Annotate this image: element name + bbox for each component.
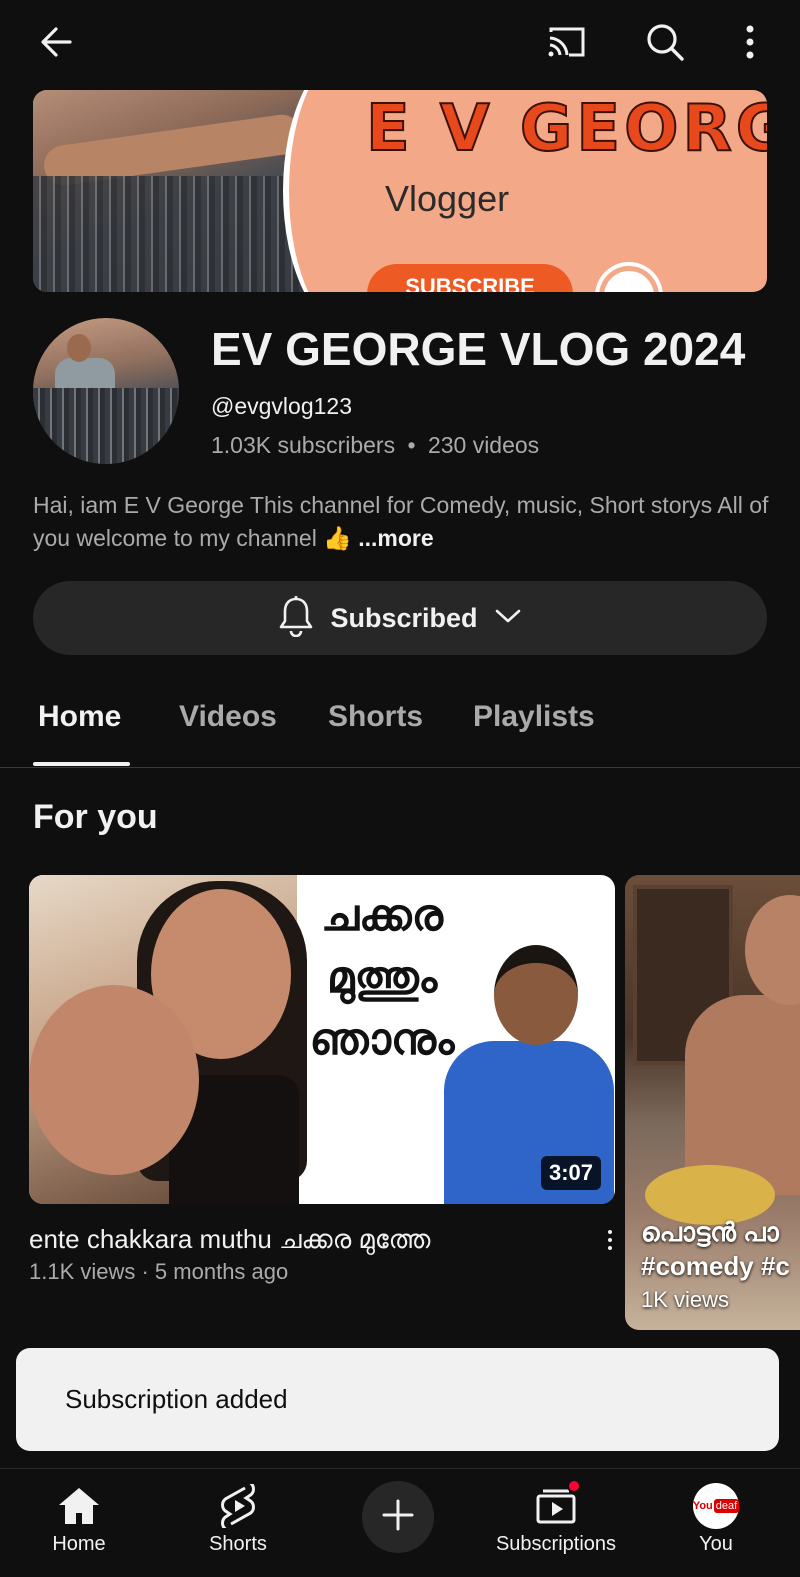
bottom-navigation: Home Shorts Subscriptions You deaf You: [0, 1468, 800, 1577]
chevron-down-icon: [494, 607, 522, 630]
channel-stats: 1.03K subscribers • 230 videos: [211, 432, 539, 459]
banner-subtitle: Vlogger: [385, 178, 510, 219]
subscriptions-icon: [533, 1479, 581, 1529]
you-avatar: You deaf: [693, 1483, 740, 1529]
short-thumbnail[interactable]: പൊട്ടൻ പാ #comedy #c 1K views: [625, 875, 800, 1330]
nav-subscriptions[interactable]: Subscriptions: [486, 1469, 626, 1577]
tab-videos[interactable]: Videos: [179, 700, 277, 734]
create-button[interactable]: [362, 1481, 434, 1553]
video-thumbnail[interactable]: ചക്കര മുത്തും ഞാനും 3:07: [29, 875, 615, 1204]
channel-description[interactable]: Hai, iam E V George This channel for Com…: [33, 489, 773, 555]
banner-title: E V GEORG: [365, 91, 767, 167]
section-title: For you: [33, 798, 158, 836]
duration-badge: 3:07: [540, 1156, 601, 1190]
nav-you[interactable]: You deaf You: [646, 1469, 786, 1577]
snackbar-toast: Subscription added: [16, 1348, 779, 1451]
nav-home[interactable]: Home: [9, 1469, 149, 1577]
cast-icon[interactable]: [543, 18, 591, 66]
video-title[interactable]: ente chakkara muthu ചക്കര മുത്തേ: [29, 1224, 430, 1256]
tab-indicator: [33, 762, 130, 766]
channel-title: EV GEORGE VLOG 2024: [211, 323, 746, 375]
subscribed-button[interactable]: Subscribed: [33, 581, 767, 655]
shorts-icon: [215, 1483, 261, 1529]
tab-playlists[interactable]: Playlists: [473, 700, 595, 734]
toast-message: Subscription added: [65, 1384, 288, 1414]
banner-bell-icon: [599, 266, 659, 292]
nav-shorts[interactable]: Shorts: [168, 1469, 308, 1577]
back-arrow-icon[interactable]: [32, 18, 80, 66]
short-title: പൊട്ടൻ പാ #comedy #c: [641, 1217, 790, 1281]
more-vert-icon[interactable]: [726, 18, 774, 66]
video-meta: 1.1K views · 5 months ago: [29, 1259, 289, 1284]
channel-banner: E V GEORG Vlogger SUBSCRIBE: [33, 90, 767, 292]
tab-shorts[interactable]: Shorts: [328, 700, 423, 734]
search-icon[interactable]: [641, 18, 689, 66]
short-views: 1K views: [641, 1287, 730, 1312]
notification-dot: [567, 1479, 581, 1493]
tab-home[interactable]: Home: [38, 700, 121, 734]
video-count: 230 videos: [427, 432, 540, 458]
stats-separator: •: [407, 432, 416, 458]
banner-subscribe-graphic: SUBSCRIBE: [367, 264, 573, 292]
channel-handle: @evgvlog123: [211, 393, 352, 419]
plus-icon: [381, 1498, 415, 1537]
video-more-icon[interactable]: [598, 1224, 622, 1256]
channel-tabs: Home Videos Shorts Playlists: [0, 680, 800, 768]
subscriber-count: 1.03K subscribers: [211, 432, 396, 458]
more-link[interactable]: ...more: [358, 525, 433, 551]
home-icon: [56, 1483, 102, 1529]
top-app-bar: [0, 0, 800, 84]
subscribed-label: Subscribed: [330, 602, 478, 633]
channel-avatar[interactable]: [33, 318, 179, 464]
bell-icon: [278, 595, 314, 642]
